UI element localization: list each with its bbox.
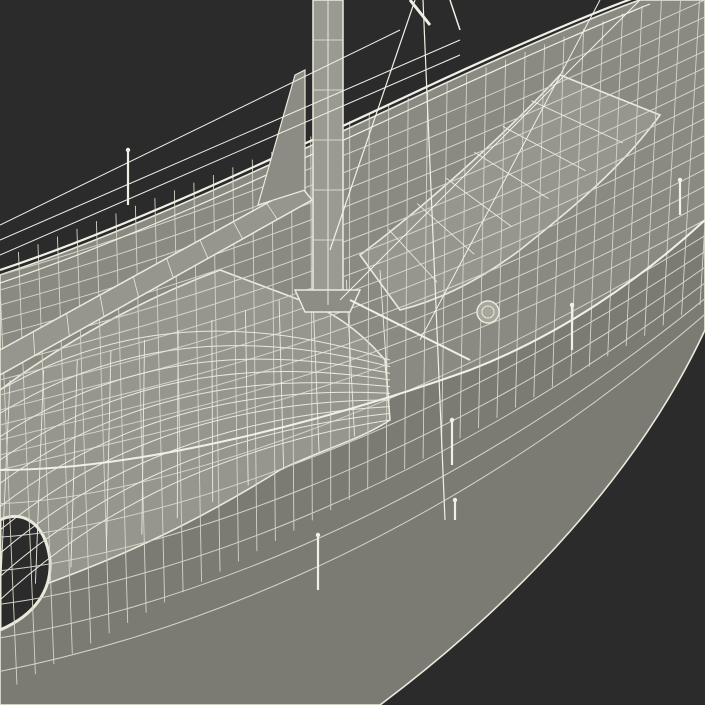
stanchion-cap bbox=[452, 497, 458, 503]
stanchion-cap bbox=[677, 177, 683, 183]
deck-vent bbox=[476, 300, 500, 324]
stanchion-cap bbox=[569, 302, 575, 308]
stanchion-cap bbox=[315, 532, 321, 538]
stanchion-cap bbox=[449, 417, 455, 423]
vent-ring bbox=[476, 300, 500, 324]
stanchion-cap bbox=[125, 147, 131, 153]
sailboat-wireframe-svg bbox=[0, 0, 705, 705]
wireframe-render bbox=[0, 0, 705, 705]
